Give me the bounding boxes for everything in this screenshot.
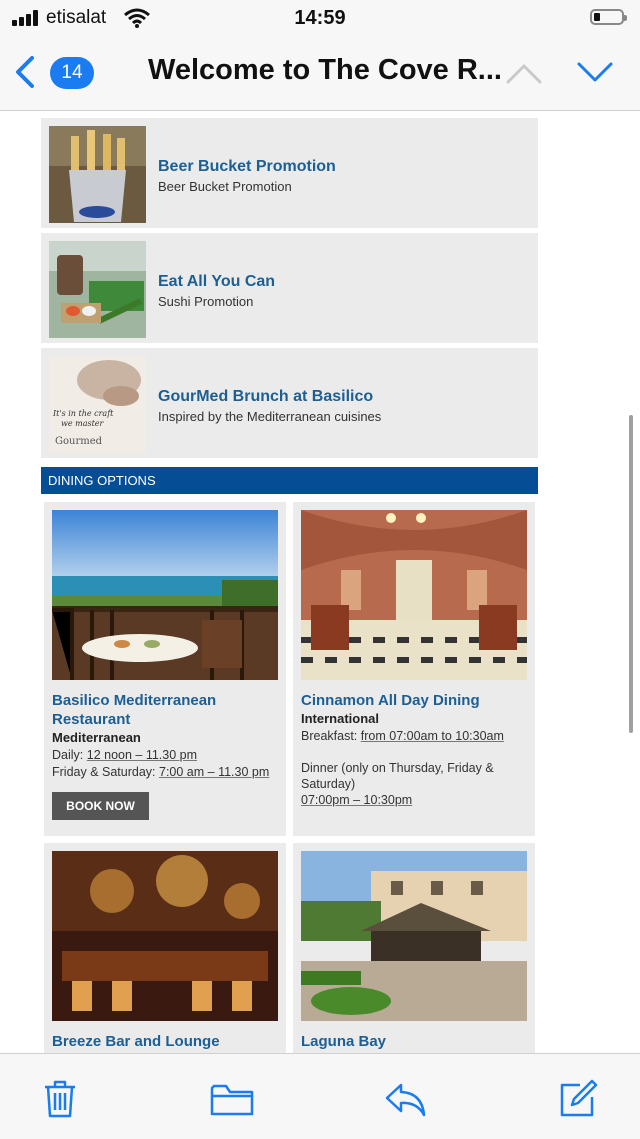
promo-item[interactable]: It's in the craft we master Gourmed Gour… <box>41 348 538 458</box>
sushi-image <box>49 241 146 338</box>
promo-title[interactable]: Beer Bucket Promotion <box>158 158 336 176</box>
breeze-bar-image[interactable] <box>52 851 278 1021</box>
compose-icon[interactable] <box>558 1079 598 1119</box>
dining-card-laguna: Laguna Bay <box>293 843 535 1053</box>
cinnamon-restaurant-image[interactable] <box>301 510 527 680</box>
basilico-restaurant-image[interactable] <box>52 510 278 680</box>
dining-card-breeze: Breeze Bar and Lounge <box>44 843 286 1053</box>
hours-daily: Daily: 12 noon – 11.30 pm <box>52 748 198 762</box>
trash-icon[interactable] <box>42 1079 78 1119</box>
mail-nav-bar: 14 Welcome to The Cove R... <box>0 36 640 111</box>
beer-bucket-image <box>49 126 146 223</box>
cuisine-label: Mediterranean <box>52 730 141 745</box>
promo-title[interactable]: Eat All You Can <box>158 273 275 291</box>
chevron-up-icon[interactable] <box>505 58 543 88</box>
laguna-bay-image[interactable] <box>301 851 527 1021</box>
cuisine-label: International <box>301 711 380 726</box>
back-chevron-icon[interactable] <box>10 52 42 92</box>
restaurant-name-link[interactable]: Cinnamon All Day Dining <box>301 691 527 710</box>
message-subject: Welcome to The Cove R... <box>148 54 502 86</box>
hours-breakfast: Breakfast: from 07:00am to 10:30am <box>301 729 504 743</box>
hours-dinner-note: Saturday) <box>301 777 356 791</box>
promo-subtitle: Inspired by the Mediterranean cuisines <box>158 409 382 424</box>
restaurant-name-link[interactable]: Basilico Mediterranean Restaurant <box>52 691 278 729</box>
clock: 14:59 <box>294 7 346 29</box>
promo-subtitle: Beer Bucket Promotion <box>158 179 292 194</box>
gourmed-brunch-image: It's in the craft we master Gourmed <box>49 356 146 453</box>
image-caption: we master <box>61 419 105 428</box>
hours-dinner-note: Dinner (only on Thursday, Friday & <box>301 761 494 775</box>
gourmed-logo-text: Gourmed <box>55 436 103 447</box>
restaurant-name-link[interactable]: Laguna Bay <box>301 1032 527 1051</box>
book-now-button[interactable]: BOOK NOW <box>52 792 149 820</box>
status-bar: etisalat 14:59 <box>0 0 640 36</box>
image-caption: It's in the craft <box>52 409 114 418</box>
folder-icon[interactable] <box>210 1083 254 1117</box>
promo-item[interactable]: Beer Bucket Promotion Beer Bucket Promot… <box>41 118 538 228</box>
restaurant-name-link[interactable]: Breeze Bar and Lounge <box>52 1032 278 1051</box>
hours-dinner: 07:00pm – 10:30pm <box>301 793 413 807</box>
scrollbar[interactable] <box>629 415 633 733</box>
dining-card-basilico: Basilico Mediterranean Restaurant Medite… <box>44 502 286 836</box>
dining-card-cinnamon: Cinnamon All Day Dining International Br… <box>293 502 535 836</box>
promo-title[interactable]: GourMed Brunch at Basilico <box>158 388 373 406</box>
unread-count-badge[interactable]: 14 <box>50 57 94 89</box>
reply-icon[interactable] <box>383 1079 427 1119</box>
chevron-down-icon[interactable] <box>576 58 614 88</box>
email-body: Beer Bucket Promotion Beer Bucket Promot… <box>0 111 640 1053</box>
dining-options-header: DINING OPTIONS <box>41 467 538 494</box>
mail-toolbar <box>0 1053 640 1139</box>
promo-subtitle: Sushi Promotion <box>158 294 254 309</box>
promo-item[interactable]: Eat All You Can Sushi Promotion <box>41 233 538 343</box>
hours-weekend: Friday & Saturday: 7:00 am – 11.30 pm <box>52 765 270 779</box>
battery-icon <box>590 9 627 25</box>
